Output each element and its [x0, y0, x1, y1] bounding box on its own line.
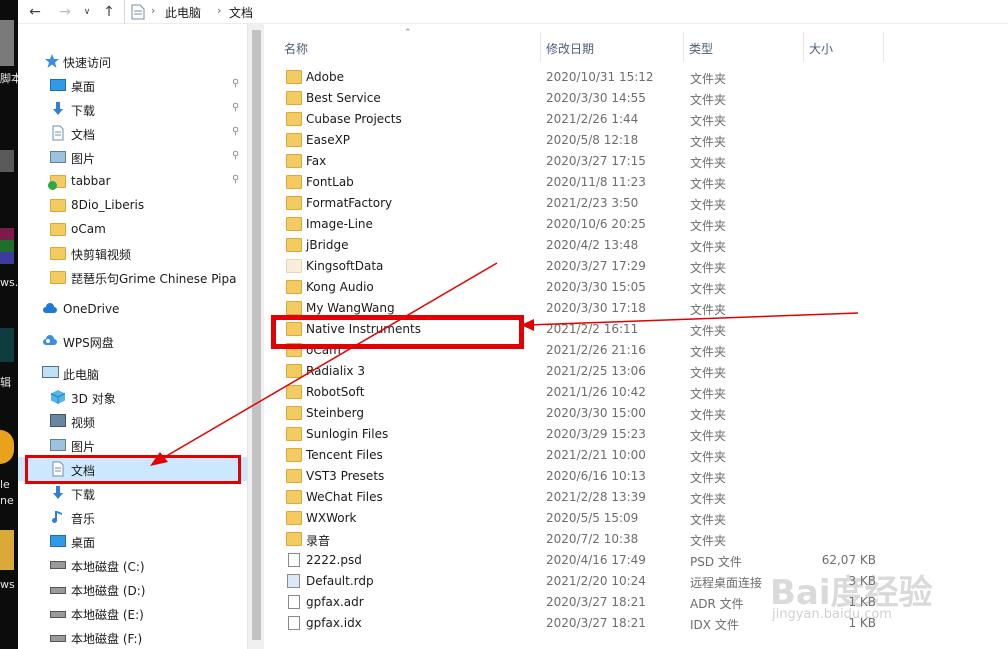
watermark-url: jingyan.baidu.com	[772, 607, 892, 622]
arrow-line	[527, 312, 859, 326]
watermark: Bai度经验 jingyan.baidu.com	[770, 565, 1000, 635]
arrow-head	[521, 319, 534, 331]
arrow-head	[150, 452, 168, 466]
arrow-line	[162, 262, 498, 459]
annotation-arrows	[150, 262, 859, 466]
